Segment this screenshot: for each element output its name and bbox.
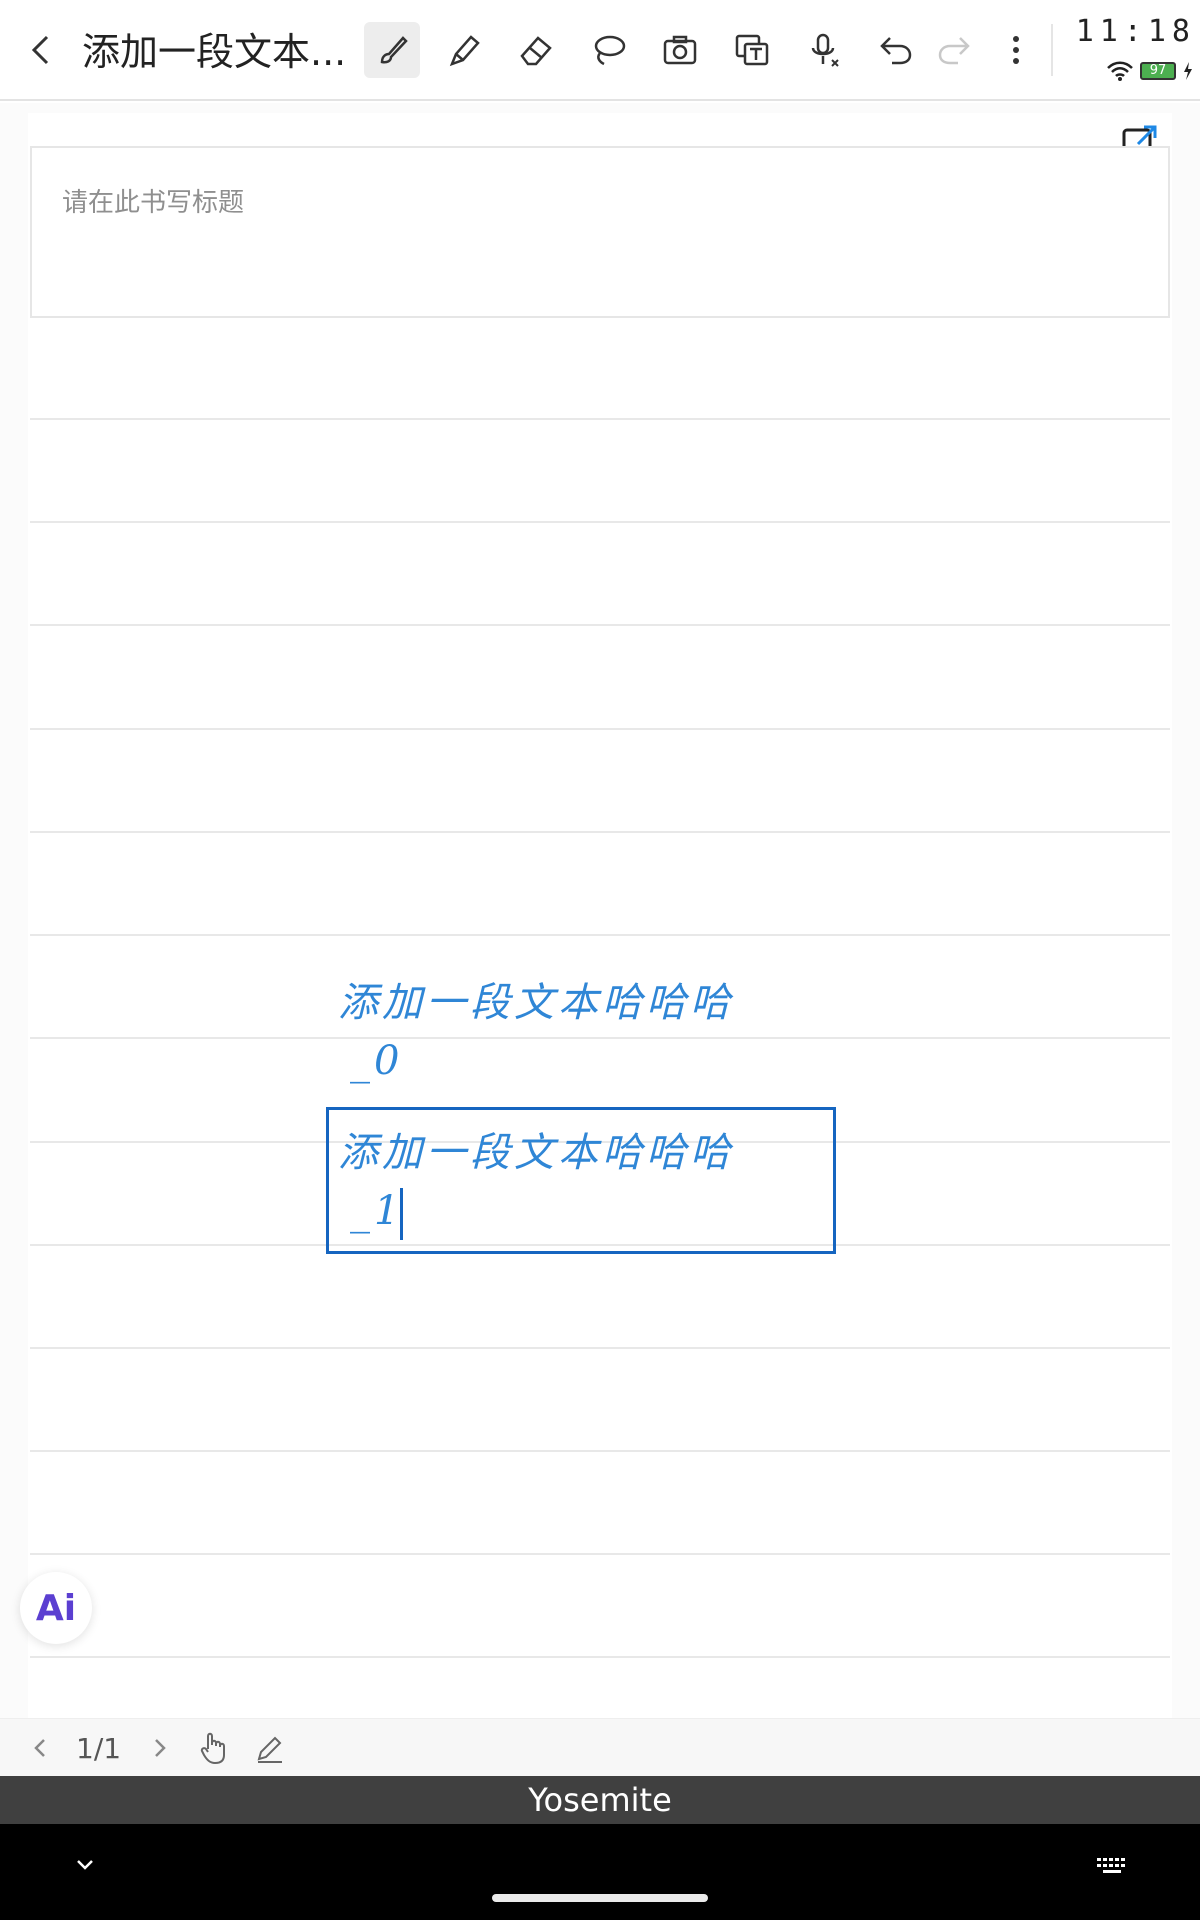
pen-icon: [257, 1736, 282, 1763]
chevron-left-icon: [31, 35, 49, 65]
redo-button[interactable]: [926, 22, 982, 78]
status-time: 11:18: [1075, 14, 1196, 49]
brush-icon: [380, 36, 408, 64]
ruled-line: [30, 418, 1170, 420]
ruled-line: [30, 624, 1170, 626]
handwriting-text[interactable]: _0: [350, 1038, 403, 1084]
lasso-tool[interactable]: [580, 22, 636, 78]
lasso-icon: [594, 35, 626, 66]
back-button[interactable]: [18, 26, 62, 74]
camera-tool[interactable]: [652, 22, 708, 78]
home-indicator[interactable]: [492, 1894, 708, 1902]
keyboard-suggestion-bar: Yosemite: [0, 1776, 1200, 1824]
next-page-button[interactable]: [150, 1727, 170, 1769]
hand-tool-button[interactable]: [198, 1727, 228, 1769]
status-icons: 97: [1074, 58, 1194, 84]
keyboard-suggestion-text[interactable]: Yosemite: [528, 1781, 672, 1819]
note-page-area: [0, 103, 1200, 1723]
voice-tool[interactable]: [796, 22, 852, 78]
eraser-icon: [520, 36, 552, 66]
text-caret: [400, 1188, 403, 1240]
handwriting-text[interactable]: _1: [350, 1188, 403, 1234]
ai-assistant-button[interactable]: Ai: [20, 1572, 92, 1644]
ruled-line: [30, 1553, 1170, 1555]
page-navigation: 1/1: [0, 1718, 1200, 1776]
redo-icon: [938, 37, 970, 65]
note-title[interactable]: 添加一段文本...: [82, 28, 342, 76]
microphone-icon: [811, 33, 839, 67]
charging-icon: [1184, 62, 1192, 80]
handwriting-text[interactable]: 添加一段文本哈哈哈: [338, 1120, 734, 1178]
top-toolbar: 添加一段文本... 11:18 97: [0, 0, 1200, 101]
camera-icon: [663, 35, 697, 65]
brush-tool[interactable]: [364, 22, 420, 78]
pen-mode-button[interactable]: [254, 1727, 286, 1769]
hand-pointer-icon: [200, 1732, 225, 1765]
eraser-tool[interactable]: [508, 22, 564, 78]
ruled-line: [30, 1656, 1170, 1658]
battery-indicator: 97: [1140, 62, 1176, 80]
handwriting-text[interactable]: 添加一段文本哈哈哈: [338, 970, 734, 1028]
wifi-icon: [1107, 61, 1133, 81]
chevron-left-icon: [34, 1739, 45, 1757]
ruled-line: [30, 934, 1170, 936]
note-paper[interactable]: [28, 113, 1172, 1723]
ruled-line: [30, 1450, 1170, 1452]
ai-label: Ai: [35, 1587, 77, 1629]
ruled-line: [30, 728, 1170, 730]
marker-tool[interactable]: [436, 22, 492, 78]
toolbar-divider: [1051, 24, 1053, 76]
chevron-down-icon[interactable]: [70, 1850, 100, 1880]
undo-button[interactable]: [868, 22, 924, 78]
title-input[interactable]: 请在此书写标题: [30, 146, 1170, 318]
ruled-line: [30, 1347, 1170, 1349]
text-tool[interactable]: [724, 22, 780, 78]
title-placeholder: 请在此书写标题: [62, 188, 245, 218]
ruled-line: [30, 521, 1170, 523]
text-box-icon: [735, 34, 769, 66]
more-button[interactable]: [988, 22, 1044, 78]
marker-icon: [449, 35, 480, 67]
ruled-line: [30, 831, 1170, 833]
screen: 添加一段文本... 11:18 97 请在此书写标题 添加一段文本哈哈哈 _0 …: [0, 0, 1200, 1920]
chevron-right-icon: [155, 1739, 166, 1757]
ruled-line: [30, 1037, 1170, 1039]
page-indicator: 1/1: [76, 1731, 122, 1765]
more-vertical-icon: [1013, 36, 1019, 64]
undo-icon: [880, 37, 912, 65]
system-navigation-bar: [0, 1824, 1200, 1920]
keyboard-icon[interactable]: [1094, 1850, 1130, 1880]
prev-page-button[interactable]: [30, 1727, 50, 1769]
